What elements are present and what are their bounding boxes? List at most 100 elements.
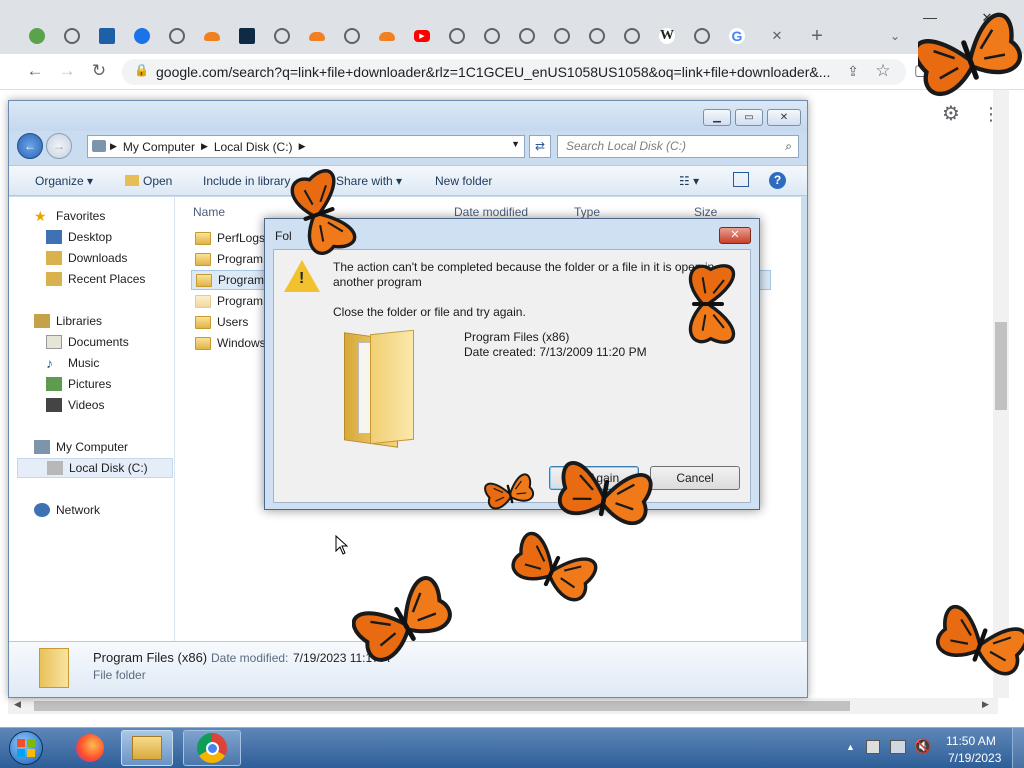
- column-type[interactable]: Type: [574, 205, 600, 219]
- show-hidden-icons[interactable]: ▲: [846, 742, 855, 752]
- file-row[interactable]: Program: [195, 249, 263, 269]
- nav-music[interactable]: ♪ Music: [46, 353, 99, 373]
- nav-local-disk[interactable]: Local Disk (C:): [17, 458, 173, 478]
- nav-network[interactable]: Network: [34, 500, 100, 520]
- nav-pictures[interactable]: Pictures: [46, 374, 111, 394]
- bookmark-star-icon[interactable]: ☆: [872, 61, 894, 81]
- folder-icon: [195, 315, 211, 329]
- browser-tab[interactable]: [584, 22, 610, 50]
- folder-icon: [195, 231, 211, 245]
- column-name[interactable]: Name: [193, 205, 225, 219]
- new-tab-button[interactable]: +: [806, 26, 828, 46]
- desktop-icon: [46, 230, 62, 244]
- start-button[interactable]: [4, 730, 48, 766]
- file-row[interactable]: PerfLogs: [195, 228, 265, 248]
- nav-videos[interactable]: Videos: [46, 395, 104, 415]
- address-bar[interactable]: 🔒 google.com/search?q=link+file+download…: [122, 59, 906, 85]
- firefox-taskbar-button[interactable]: [64, 730, 116, 766]
- search-icon[interactable]: ⌕: [785, 136, 792, 157]
- file-row[interactable]: ProgramD: [195, 291, 272, 311]
- tab-search-chevron-icon[interactable]: ⌄: [884, 26, 906, 46]
- view-options-icon[interactable]: ☷ ▾: [679, 174, 699, 188]
- nav-documents[interactable]: Documents: [46, 332, 129, 352]
- file-row[interactable]: Users: [195, 312, 248, 332]
- preview-pane-icon[interactable]: [733, 172, 749, 187]
- folder-icon: [125, 175, 139, 186]
- show-desktop-button[interactable]: [1012, 728, 1024, 768]
- browser-tab[interactable]: [24, 22, 50, 50]
- network-status-icon[interactable]: [890, 740, 906, 754]
- dropdown-icon[interactable]: ▼: [511, 139, 520, 149]
- cancel-button[interactable]: Cancel: [650, 466, 740, 490]
- taskbar: ▲ 🔇 11:50 AM 7/19/2023: [0, 727, 1024, 768]
- browser-tab[interactable]: [689, 22, 715, 50]
- reload-icon[interactable]: ↻: [88, 61, 110, 81]
- forward-button[interactable]: →: [46, 133, 72, 159]
- breadcrumb-local-disk[interactable]: Local Disk (C:): [214, 140, 293, 154]
- maximize-button[interactable]: ▭: [735, 109, 763, 126]
- nav-my-computer[interactable]: My Computer: [34, 437, 128, 457]
- organize-button[interactable]: Organize ▾: [35, 174, 93, 188]
- chrome-taskbar-button[interactable]: [183, 730, 241, 766]
- youtube-icon: ▶: [414, 30, 430, 42]
- back-icon[interactable]: ←: [24, 61, 46, 81]
- browser-tab[interactable]: [619, 22, 645, 50]
- browser-tab[interactable]: [94, 22, 120, 50]
- explorer-taskbar-button[interactable]: [121, 730, 173, 766]
- lock-icon: 🔒: [134, 63, 149, 77]
- chrome-icon: [197, 733, 227, 763]
- clock-time[interactable]: 11:50 AM: [946, 734, 996, 748]
- open-button[interactable]: Open: [125, 174, 172, 188]
- nav-downloads[interactable]: Downloads: [46, 248, 127, 268]
- column-size[interactable]: Size: [694, 205, 717, 219]
- details-type: File folder: [93, 668, 146, 682]
- close-tab-icon[interactable]: ✕: [766, 26, 788, 46]
- browser-tab[interactable]: [339, 22, 365, 50]
- browser-tab[interactable]: [514, 22, 540, 50]
- address-breadcrumb[interactable]: ▶ My Computer ▶ Local Disk (C:) ▶ ▼: [87, 135, 525, 158]
- refresh-button[interactable]: ⇄: [529, 135, 551, 158]
- volume-muted-icon[interactable]: 🔇: [914, 738, 931, 755]
- browser-tab[interactable]: [444, 22, 470, 50]
- action-center-icon[interactable]: [866, 740, 880, 754]
- browser-tab[interactable]: [304, 22, 330, 50]
- browser-tab[interactable]: [374, 22, 400, 50]
- chrome-horizontal-scrollbar[interactable]: ◀ ▶: [8, 698, 998, 714]
- browser-tab[interactable]: [234, 22, 260, 50]
- browser-tab[interactable]: G: [724, 22, 750, 50]
- minimize-button[interactable]: ▁: [703, 109, 731, 126]
- browser-tab[interactable]: [479, 22, 505, 50]
- scroll-right-icon[interactable]: ▶: [982, 699, 989, 710]
- breadcrumb-my-computer[interactable]: My Computer: [123, 140, 195, 154]
- scroll-left-icon[interactable]: ◀: [14, 699, 21, 710]
- clock-date[interactable]: 7/19/2023: [948, 751, 1001, 765]
- nav-desktop[interactable]: Desktop: [46, 227, 112, 247]
- chrome-icon: [449, 28, 465, 44]
- circle-icon: [239, 28, 255, 44]
- back-button[interactable]: ←: [17, 133, 43, 159]
- nav-libraries[interactable]: Libraries: [34, 311, 102, 331]
- browser-tab[interactable]: [199, 22, 225, 50]
- music-icon: ♪: [46, 355, 53, 371]
- browser-tab[interactable]: W: [654, 22, 680, 50]
- scroll-thumb[interactable]: [34, 701, 850, 711]
- browser-tab[interactable]: [549, 22, 575, 50]
- help-icon[interactable]: ?: [769, 172, 786, 189]
- browser-tab[interactable]: ▶: [409, 22, 435, 50]
- nav-favorites[interactable]: ★ Favorites: [34, 206, 105, 226]
- forward-icon[interactable]: →: [56, 61, 78, 81]
- dialog-close-button[interactable]: ✕: [719, 227, 751, 244]
- browser-tab[interactable]: [59, 22, 85, 50]
- browser-tab[interactable]: [129, 22, 155, 50]
- browser-tab[interactable]: [269, 22, 295, 50]
- browser-tab[interactable]: [164, 22, 190, 50]
- nav-recent-places[interactable]: Recent Places: [46, 269, 145, 289]
- search-input[interactable]: Search Local Disk (C:) ⌕: [557, 135, 799, 158]
- new-folder-button[interactable]: New folder: [435, 174, 492, 188]
- large-folder-icon: [344, 328, 416, 448]
- close-button[interactable]: ✕: [767, 109, 801, 126]
- share-icon[interactable]: ⇪: [842, 61, 864, 81]
- column-date-modified[interactable]: Date modified: [454, 205, 528, 219]
- network-icon: [34, 503, 50, 517]
- file-row[interactable]: Windows: [195, 333, 266, 353]
